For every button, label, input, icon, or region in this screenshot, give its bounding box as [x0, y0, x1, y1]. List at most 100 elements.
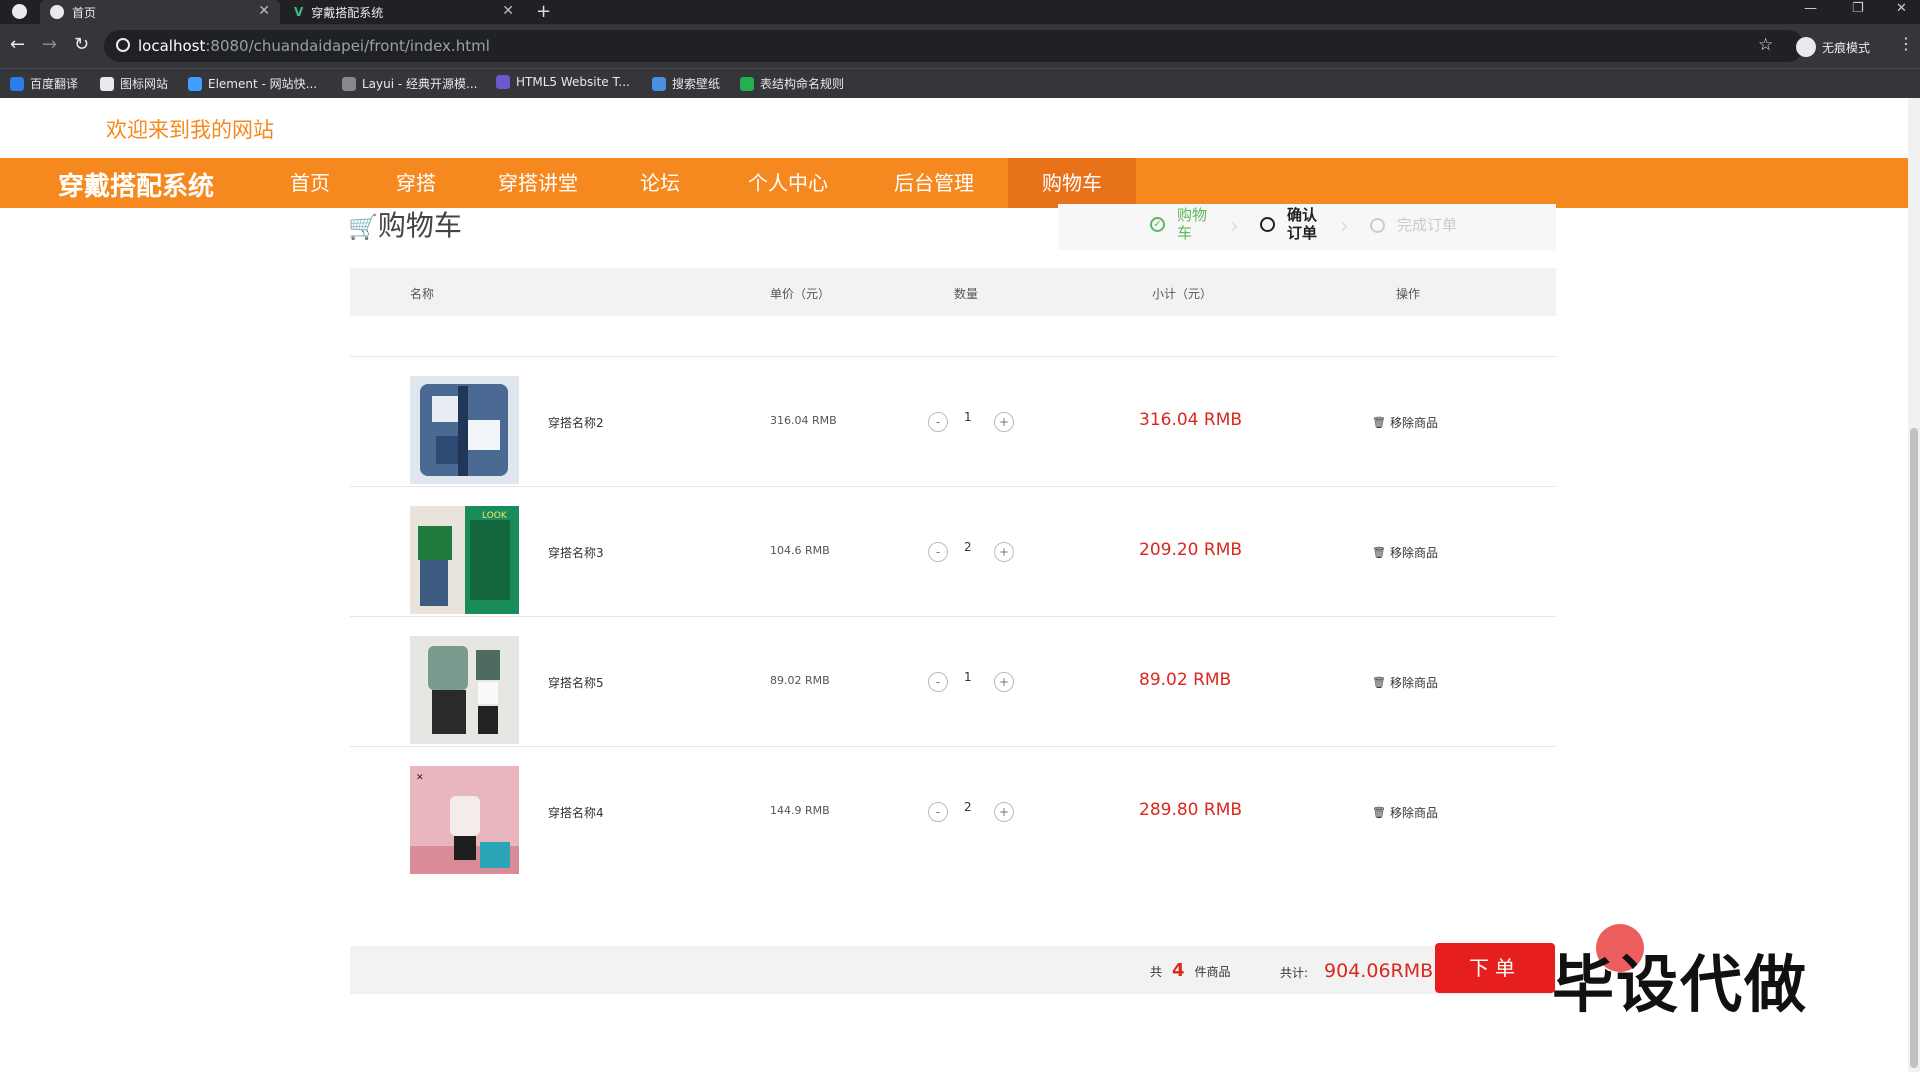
trash-icon: 🗑	[1372, 806, 1386, 819]
page: 欢迎来到我的网站 穿戴搭配系统 首页 穿搭 穿搭讲堂 论坛 个人中心 后台管理 …	[0, 98, 1920, 1072]
bookmark-label: Element - 网站快...	[208, 77, 318, 91]
browser-toolbar: ← → ↻ localhost:8080/chuandaidapei/front…	[0, 24, 1920, 68]
address-bar[interactable]: localhost:8080/chuandaidapei/front/index…	[104, 30, 1804, 62]
total-label: 共计:	[1280, 966, 1309, 980]
bookmark-icon	[10, 76, 24, 91]
step-cart: ✓ 购物车	[1150, 206, 1211, 242]
close-tab-icon[interactable]: ✕	[258, 3, 270, 19]
new-tab-button[interactable]: +	[536, 1, 551, 22]
bookmark-item[interactable]: HTML5 Website T...	[496, 75, 630, 89]
globe-icon	[50, 5, 64, 19]
step-label: 确认订单	[1287, 206, 1318, 242]
svg-text:LOOK: LOOK	[482, 511, 508, 521]
bookmark-label: HTML5 Website T...	[516, 75, 630, 89]
trash-icon: 🗑	[1372, 416, 1386, 429]
restore-button[interactable]: ❐	[1852, 1, 1864, 16]
increase-qty-button[interactable]: +	[994, 802, 1014, 822]
step-confirm: 确认订单	[1260, 206, 1321, 242]
bookmark-item[interactable]: 图标网站	[100, 75, 168, 92]
bookmark-item[interactable]: Element - 网站快...	[188, 75, 317, 92]
cart-row: 穿搭名称5 89.02 RMB - 1 + 89.02 RMB 🗑 移除商品	[350, 626, 1556, 756]
incognito-indicator[interactable]: 无痕模式	[1796, 37, 1870, 57]
col-subtotal: 小计（元）	[1152, 287, 1213, 301]
step-label: 完成订单	[1397, 216, 1458, 234]
nav-outfits[interactable]: 穿搭	[366, 158, 466, 208]
item-count: 共 4 件商品	[1150, 960, 1231, 981]
remove-label: 移除商品	[1389, 676, 1438, 690]
bookmark-label: 搜索壁纸	[672, 77, 721, 91]
cart-table-header: 名称 单价（元） 数量 小计（元） 操作	[350, 268, 1556, 316]
subtotal: 209.20 RMB	[1139, 540, 1243, 560]
nav-admin[interactable]: 后台管理	[864, 158, 1004, 208]
product-image-denim-jacket[interactable]	[410, 376, 519, 484]
product-name[interactable]: 穿搭名称5	[548, 674, 604, 691]
product-name[interactable]: 穿搭名称4	[548, 804, 604, 821]
site-brand[interactable]: 穿戴搭配系统	[58, 166, 214, 203]
back-arrow-icon[interactable]: ←	[10, 34, 25, 55]
bookmark-item[interactable]: 百度翻译	[10, 75, 78, 92]
cart-row: ✕ 穿搭名称4 144.9 RMB - 2 + 289.80 RMB 🗑 移除商品	[350, 756, 1556, 886]
decrease-qty-button[interactable]: -	[928, 542, 948, 562]
browser-menu-icon[interactable]: ⋮	[1898, 34, 1914, 53]
browser-tab-home[interactable]: 首页 ✕	[40, 0, 280, 24]
bookmark-icon	[496, 75, 510, 89]
decrease-qty-button[interactable]: -	[928, 802, 948, 822]
bookmark-star-icon[interactable]: ☆	[1758, 35, 1773, 55]
product-image-green-sweater[interactable]: LOOK	[410, 506, 519, 614]
trash-icon: 🗑	[1372, 546, 1386, 559]
product-image-green-jacket[interactable]	[410, 636, 519, 744]
site-info-icon[interactable]	[116, 38, 130, 52]
step-complete: 完成订单	[1370, 216, 1457, 234]
product-name[interactable]: 穿搭名称3	[548, 544, 604, 561]
unit-price: 89.02 RMB	[770, 674, 830, 687]
count-value: 4	[1172, 960, 1185, 981]
close-tab-icon[interactable]: ✕	[502, 3, 514, 19]
bookmark-item[interactable]: 搜索壁纸	[652, 75, 720, 92]
nav-classroom[interactable]: 穿搭讲堂	[478, 158, 598, 208]
browser-tab-system[interactable]: V 穿戴搭配系统 ✕	[284, 0, 524, 24]
remove-item-button[interactable]: 🗑 移除商品	[1372, 674, 1438, 691]
remove-item-button[interactable]: 🗑 移除商品	[1372, 544, 1438, 561]
bookmark-label: 图标网站	[120, 77, 169, 91]
cart-icon: 🛒	[348, 213, 378, 241]
place-order-button[interactable]: 下单	[1435, 943, 1555, 993]
decrease-qty-button[interactable]: -	[928, 672, 948, 692]
cart-row: LOOK 穿搭名称3 104.6 RMB - 2 + 209.20 RMB 🗑 移…	[350, 496, 1556, 626]
col-action: 操作	[1396, 287, 1421, 301]
bookmark-icon	[188, 76, 202, 91]
nav-cart[interactable]: 购物车	[1008, 158, 1136, 208]
cart-footer: 共 4 件商品 共计: 904.06RMB	[350, 946, 1556, 994]
close-window-button[interactable]: ✕	[1896, 1, 1907, 16]
order-steps: ✓ 购物车 › 确认订单 › 完成订单	[1058, 204, 1556, 250]
subtotal: 316.04 RMB	[1139, 410, 1243, 430]
minimize-button[interactable]: —	[1804, 1, 1817, 16]
tab-title: 穿戴搭配系统	[311, 5, 384, 20]
bookmark-item[interactable]: 表结构命名规则	[740, 75, 844, 92]
chevron-right-icon: ›	[1340, 214, 1349, 239]
bookmark-label: 百度翻译	[30, 77, 79, 91]
url-path: :8080/chuandaidapei/front/index.html	[205, 37, 490, 55]
count-suffix: 件商品	[1194, 965, 1231, 979]
nav-profile[interactable]: 个人中心	[718, 158, 858, 208]
browser-tab-bar: 首页 ✕ V 穿戴搭配系统 ✕ + — ❐ ✕	[0, 0, 1920, 24]
unit-price: 144.9 RMB	[770, 804, 830, 817]
product-name[interactable]: 穿搭名称2	[548, 414, 604, 431]
nav-home[interactable]: 首页	[260, 158, 360, 208]
bookmarks-bar: 百度翻译 图标网站 Element - 网站快... Layui - 经典开源模…	[0, 68, 1920, 98]
unit-price: 104.6 RMB	[770, 544, 830, 557]
increase-qty-button[interactable]: +	[994, 672, 1014, 692]
cart-title: 🛒购物车	[348, 204, 462, 244]
check-circle-icon: ✓	[1150, 216, 1165, 232]
subtotal: 89.02 RMB	[1139, 670, 1232, 690]
increase-qty-button[interactable]: +	[994, 412, 1014, 432]
product-image-pink-coat[interactable]: ✕	[410, 766, 519, 874]
forward-arrow-icon[interactable]: →	[42, 34, 57, 55]
reload-icon[interactable]: ↻	[74, 34, 89, 55]
decrease-qty-button[interactable]: -	[928, 412, 948, 432]
bookmark-item[interactable]: Layui - 经典开源模...	[342, 75, 477, 92]
remove-item-button[interactable]: 🗑 移除商品	[1372, 414, 1438, 431]
nav-forum[interactable]: 论坛	[610, 158, 710, 208]
increase-qty-button[interactable]: +	[994, 542, 1014, 562]
remove-item-button[interactable]: 🗑 移除商品	[1372, 804, 1438, 821]
scrollbar-thumb[interactable]	[1910, 428, 1918, 1068]
